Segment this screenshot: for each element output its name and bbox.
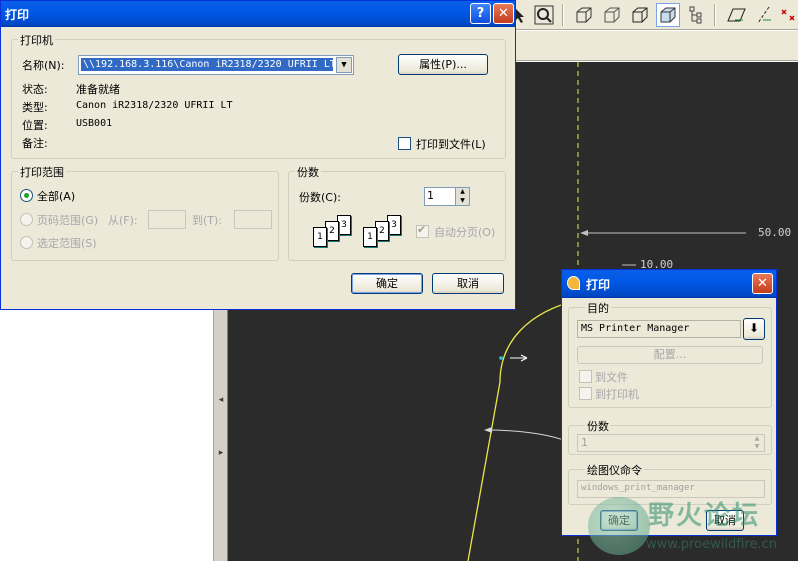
configure-button[interactable]: 配置... xyxy=(577,346,763,364)
expand-right-icon[interactable]: ▸ xyxy=(216,448,226,458)
sheet-1: 1 xyxy=(313,227,327,247)
spin-updown-icon[interactable]: ▲ ▼ xyxy=(751,435,763,451)
site-url: www.proewildfire.cn xyxy=(646,537,777,552)
copies-group: 份数 份数(C): 1 ▲ ▼ 3 2 1 3 2 1 自动分页(O) xyxy=(288,164,506,261)
collate-label[interactable]: 自动分页(O) xyxy=(434,224,495,240)
copies-input[interactable]: 1 ▲ ▼ xyxy=(424,187,470,206)
app-logo-icon xyxy=(567,276,580,290)
arrow-down-icon: ⬇ xyxy=(748,321,760,335)
model-tree-icon[interactable] xyxy=(684,3,708,27)
sheet-2: 2 xyxy=(375,221,389,241)
wireframe-view-icon[interactable] xyxy=(572,3,596,27)
copies-label: 份数(C): xyxy=(299,191,341,204)
plot-dialog-titlebar[interactable]: 打印 ✕ xyxy=(562,270,776,298)
range-from-label: 从(F): xyxy=(108,214,138,227)
print-dialog-titlebar[interactable]: 打印 ? ✕ xyxy=(1,1,515,27)
range-all-radio[interactable] xyxy=(20,189,33,202)
sheet-3: 3 xyxy=(387,215,401,235)
plot-copies-value: 1 xyxy=(581,436,588,449)
datum-point-icon[interactable] xyxy=(776,3,798,27)
print-to-file-checkbox[interactable] xyxy=(398,137,411,150)
copies-value: 1 xyxy=(427,189,434,202)
to-printer-label[interactable]: 到打印机 xyxy=(595,386,639,402)
type-label: 类型: xyxy=(22,101,48,114)
pane-splitter[interactable]: ◂ ▸ xyxy=(213,310,228,561)
to-printer-checkbox[interactable] xyxy=(579,387,592,400)
copies-group-label: 份数 xyxy=(295,164,321,180)
collate-checkbox[interactable] xyxy=(416,223,429,238)
spin-down-icon[interactable]: ▼ xyxy=(455,196,469,205)
plot-copies-group-label: 份数 xyxy=(585,418,611,434)
datum-axis-icon[interactable] xyxy=(752,3,776,27)
status-label: 状态: xyxy=(22,83,48,96)
printer-name-select[interactable]: \\192.168.3.116\Canon iR2318/2320 UFRII … xyxy=(78,55,354,75)
close-button[interactable]: ✕ xyxy=(493,3,514,24)
type-value: Canon iR2318/2320 UFRII LT xyxy=(76,100,233,111)
destination-group: 目的 MS Printer Manager ⬇ 配置... 到文件 到打印机 xyxy=(568,300,772,408)
range-to-label: 到(T): xyxy=(192,214,223,227)
properties-button[interactable]: 属性(P)... xyxy=(398,54,488,75)
sheet-2: 2 xyxy=(325,221,339,241)
range-pages-radio[interactable] xyxy=(20,213,33,226)
range-from-input[interactable] xyxy=(148,210,186,229)
collapse-left-icon[interactable]: ◂ xyxy=(216,395,226,405)
printer-type-field[interactable]: MS Printer Manager xyxy=(577,320,741,338)
cad-toolbar xyxy=(500,0,798,30)
plot-copies-input[interactable]: 1 ▲ ▼ xyxy=(577,434,765,452)
help-button[interactable]: ? xyxy=(470,3,491,24)
sheet-1: 1 xyxy=(363,227,377,247)
site-logo-icon xyxy=(588,497,650,555)
sheet-3: 3 xyxy=(337,215,351,235)
range-all-label[interactable]: 全部(A) xyxy=(37,188,75,204)
leader-arrow xyxy=(484,427,492,433)
plotter-command-group-label: 绘图仪命令 xyxy=(585,462,644,478)
site-name: 野火论坛 xyxy=(648,501,761,531)
dimension-leader xyxy=(485,429,567,442)
range-pages-label[interactable]: 页码范围(G) xyxy=(37,212,98,228)
to-file-label[interactable]: 到文件 xyxy=(595,369,628,385)
printer-type-dropdown-button[interactable]: ⬇ xyxy=(743,318,765,340)
plot-copies-group: 份数 1 ▲ ▼ xyxy=(568,418,772,455)
toolbar-separator xyxy=(714,4,716,26)
no-hidden-view-icon[interactable] xyxy=(628,3,652,27)
status-value: 准备就绪 xyxy=(76,83,120,96)
plot-dialog-title: 打印 xyxy=(586,278,611,292)
cad-secondary-toolbar xyxy=(500,31,798,61)
range-selection-radio[interactable] xyxy=(20,236,33,249)
print-dialog-title: 打印 xyxy=(5,8,30,22)
datum-plane-icon[interactable] xyxy=(724,3,748,27)
shaded-view-icon[interactable] xyxy=(656,3,680,27)
range-to-input[interactable] xyxy=(234,210,272,229)
comment-label: 备注: xyxy=(22,137,48,150)
dimension-label[interactable]: 50.00 xyxy=(758,226,791,239)
print-dialog: 打印 ? ✕ 打印机 名称(N): \\192.168.3.116\Canon … xyxy=(0,0,516,310)
collate-copies-icon: 3 2 1 xyxy=(361,212,409,252)
print-to-file-label[interactable]: 打印到文件(L) xyxy=(416,136,486,152)
to-file-checkbox[interactable] xyxy=(579,370,592,383)
range-selection-label[interactable]: 选定范围(S) xyxy=(37,235,97,251)
destination-group-label: 目的 xyxy=(585,300,611,316)
ok-button[interactable]: 确定 xyxy=(351,273,423,294)
collate-copies-icon: 3 2 1 xyxy=(311,212,359,252)
vertex-point xyxy=(499,356,503,360)
printer-name-label: 名称(N): xyxy=(22,59,65,72)
print-range-group: 打印范围 全部(A) 页码范围(G) 从(F): 到(T): 选定范围(S) xyxy=(11,164,279,261)
where-label: 位置: xyxy=(22,119,48,132)
toolbar-separator xyxy=(562,4,564,26)
spin-up-icon[interactable]: ▲ xyxy=(455,188,469,196)
print-range-group-label: 打印范围 xyxy=(18,164,66,180)
where-value: USB001 xyxy=(76,118,113,129)
zoom-window-icon[interactable] xyxy=(532,3,556,27)
printer-group-label: 打印机 xyxy=(18,32,55,48)
cancel-button[interactable]: 取消 xyxy=(432,273,504,294)
printer-group: 打印机 名称(N): \\192.168.3.116\Canon iR2318/… xyxy=(11,32,506,159)
site-watermark: 野火论坛 www.proewildfire.cn xyxy=(588,493,798,561)
hidden-line-view-icon[interactable] xyxy=(600,3,624,27)
model-tree-pane xyxy=(0,310,213,561)
printer-name-value: \\192.168.3.116\Canon iR2318/2320 UFRII … xyxy=(81,58,333,71)
close-button[interactable]: ✕ xyxy=(752,273,773,294)
chevron-down-icon[interactable]: ▼ xyxy=(336,57,352,73)
dimension-arrow xyxy=(580,230,588,236)
